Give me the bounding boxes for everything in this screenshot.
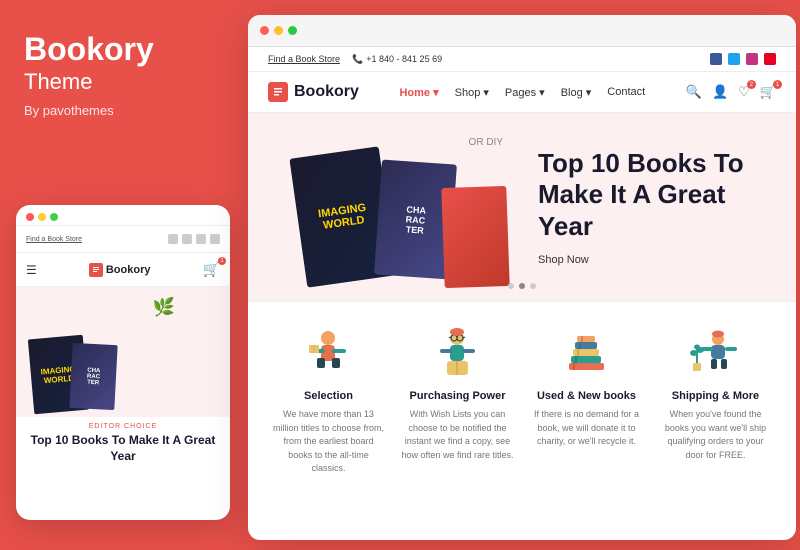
site-nav-items: Home ▾ Shop ▾ Pages ▾ Blog ▾ Contact	[399, 86, 645, 99]
mobile-hero: IMAGING WORLD CHARACTER 🌿	[16, 287, 230, 417]
brand-title: Bookory	[24, 32, 224, 67]
hero-dot-3[interactable]	[530, 283, 536, 289]
hero-plant-label: OR DIY	[469, 137, 503, 148]
twitter-icon[interactable]	[728, 53, 740, 65]
selection-desc: We have more than 13 million titles to c…	[272, 408, 385, 476]
mobile-plant-icon: 🌿	[153, 297, 175, 318]
shipping-desc: When you've found the books you want we'…	[659, 408, 772, 462]
site-phone: 📞 +1 840 - 841 25 69	[352, 54, 442, 65]
browser-dot-green[interactable]	[288, 26, 297, 35]
shipping-icon	[686, 322, 746, 382]
mobile-dot-red	[26, 213, 34, 221]
hero-dot-1[interactable]	[508, 283, 514, 289]
hero-dots	[508, 283, 536, 289]
brand-by: By pavothemes	[24, 103, 224, 118]
nav-item-shop[interactable]: Shop ▾	[455, 86, 489, 99]
cart-icon[interactable]: 🛒 1	[760, 84, 776, 100]
cart-badge: 1	[773, 80, 782, 89]
site-top-bar-right	[710, 53, 776, 65]
mobile-editor-choice: EDITOR CHOICE	[16, 423, 230, 430]
mobile-dots	[26, 213, 58, 221]
hero-book-3	[441, 186, 509, 288]
mobile-pinterest-icon	[210, 234, 220, 244]
site-hero: IMAGINGWORLD CHARACTER OR DIY Top 10 Boo…	[248, 113, 796, 301]
site-logo-icon	[268, 82, 288, 102]
nav-item-pages[interactable]: Pages ▾	[505, 86, 545, 99]
phone-number: +1 840 - 841 25 69	[366, 54, 442, 64]
browser-chrome	[248, 15, 796, 47]
shop-now-button[interactable]: Shop Now	[538, 254, 766, 266]
mobile-social-icons	[168, 234, 220, 244]
mobile-header: ☰ Bookory 🛒 1	[16, 253, 230, 287]
feature-selection: Selection We have more than 13 million t…	[264, 322, 393, 476]
used-new-icon	[557, 322, 617, 382]
hamburger-icon[interactable]: ☰	[26, 263, 37, 277]
feature-purchasing-power: Purchasing Power With Wish Lists you can…	[393, 322, 522, 476]
mobile-top-bar	[16, 205, 230, 226]
hero-heading: Top 10 Books To Make It A Great Year	[538, 148, 766, 242]
feature-used-new: Used & New books If there is no demand f…	[522, 322, 651, 476]
used-new-title: Used & New books	[537, 390, 636, 402]
selection-icon	[299, 322, 359, 382]
site-top-bar: Find a Book Store 📞 +1 840 - 841 25 69	[248, 47, 796, 72]
mobile-book-2: CHARACTER	[69, 343, 117, 410]
mobile-hero-heading: Top 10 Books To Make It A Great Year	[16, 433, 230, 464]
site-find-store[interactable]: Find a Book Store	[268, 54, 340, 64]
purchasing-power-title: Purchasing Power	[410, 390, 506, 402]
site-logo-text: Bookory	[294, 83, 359, 101]
purchasing-power-desc: With Wish Lists you can choose to be not…	[401, 408, 514, 462]
browser-dots	[260, 26, 297, 35]
wishlist-icon[interactable]: ♡ 2	[738, 84, 750, 100]
mobile-instagram-icon	[196, 234, 206, 244]
nav-item-contact[interactable]: Contact	[607, 86, 645, 98]
mobile-nav-bar: Find a Book Store	[16, 226, 230, 253]
mobile-logo-text: Bookory	[106, 264, 151, 276]
browser-dot-yellow[interactable]	[274, 26, 283, 35]
site-top-bar-left: Find a Book Store 📞 +1 840 - 841 25 69	[268, 54, 442, 65]
hero-books-area: IMAGINGWORLD CHARACTER OR DIY	[278, 122, 518, 292]
site-features: Selection We have more than 13 million t…	[248, 301, 796, 492]
pinterest-icon[interactable]	[764, 53, 776, 65]
purchasing-power-icon	[428, 322, 488, 382]
account-icon[interactable]: 👤	[712, 84, 728, 100]
browser-dot-red[interactable]	[260, 26, 269, 35]
hero-text-area: Top 10 Books To Make It A Great Year Sho…	[518, 148, 766, 266]
mobile-twitter-icon	[182, 234, 192, 244]
mobile-cart-badge: 1	[218, 257, 226, 265]
left-panel: Bookory Theme By pavothemes Find a Book …	[0, 0, 248, 550]
shipping-title: Shipping & More	[672, 390, 759, 402]
used-new-desc: If there is no demand for a book, we wil…	[530, 408, 643, 449]
site-nav: Bookory Home ▾ Shop ▾ Pages ▾ Blog ▾ Con…	[248, 72, 796, 113]
mobile-logo-icon	[89, 263, 103, 277]
mobile-dot-green	[50, 213, 58, 221]
instagram-icon[interactable]	[746, 53, 758, 65]
selection-title: Selection	[304, 390, 353, 402]
phone-icon: 📞	[352, 54, 363, 65]
brand-subtitle: Theme	[24, 69, 224, 95]
hero-dot-2[interactable]	[519, 283, 525, 289]
mobile-find-store: Find a Book Store	[26, 236, 82, 243]
mobile-logo: Bookory	[89, 263, 151, 277]
nav-item-home[interactable]: Home ▾	[399, 86, 438, 99]
site-nav-actions: 🔍 👤 ♡ 2 🛒 1	[686, 84, 776, 100]
search-icon[interactable]: 🔍	[686, 84, 702, 100]
mobile-cart-icon[interactable]: 🛒 1	[203, 261, 220, 278]
browser-mockup: Find a Book Store 📞 +1 840 - 841 25 69 B…	[248, 15, 796, 540]
mobile-facebook-icon	[168, 234, 178, 244]
mobile-mockup: Find a Book Store ☰ Bookory 🛒 1 IMAG	[16, 205, 230, 520]
facebook-icon[interactable]	[710, 53, 722, 65]
mobile-dot-yellow	[38, 213, 46, 221]
feature-shipping: Shipping & More When you've found the bo…	[651, 322, 780, 476]
wishlist-badge: 2	[747, 80, 756, 89]
nav-item-blog[interactable]: Blog ▾	[561, 86, 592, 99]
site-logo: Bookory	[268, 82, 359, 102]
